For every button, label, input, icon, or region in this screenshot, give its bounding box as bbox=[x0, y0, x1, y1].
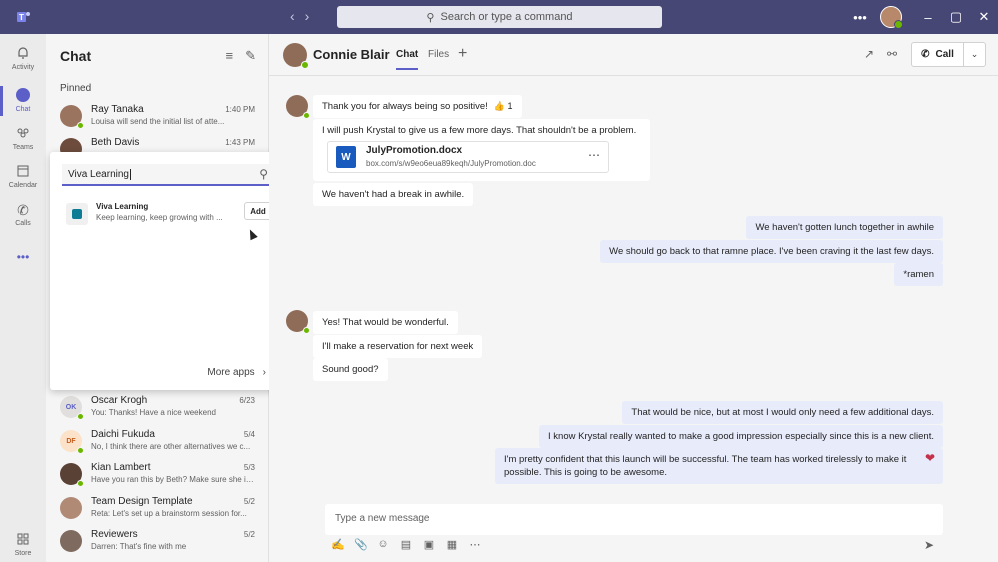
chat-icon bbox=[15, 88, 31, 104]
avatar bbox=[60, 463, 84, 487]
more-apps-link[interactable]: More apps › bbox=[207, 367, 266, 378]
conversation-header: Connie Blair Chat Files + ↗ ⚯ ✆ Call ⌄ bbox=[269, 34, 998, 76]
contact-name: Connie Blair bbox=[313, 47, 390, 62]
app-rail: Activity Chat Teams Calendar ✆ Calls •••… bbox=[0, 34, 46, 562]
rail-item-calls[interactable]: ✆ Calls bbox=[0, 202, 46, 227]
tab-files[interactable]: Files bbox=[428, 49, 449, 60]
profile-avatar[interactable] bbox=[880, 6, 903, 29]
avatar: OK bbox=[60, 396, 84, 420]
svg-text:T: T bbox=[19, 13, 24, 22]
search-icon: ⚲ bbox=[259, 167, 268, 181]
chevron-right-icon: › bbox=[262, 367, 266, 378]
more-apps-rail-icon[interactable]: ••• bbox=[0, 250, 46, 264]
message-bubble[interactable]: That would be nice, but at most I would … bbox=[622, 401, 943, 424]
rail-item-chat[interactable]: Chat bbox=[0, 86, 46, 116]
attach-icon[interactable]: 📎 bbox=[354, 538, 368, 551]
teams-logo-icon: T bbox=[0, 10, 46, 24]
filter-icon[interactable]: ≡ bbox=[226, 48, 234, 64]
word-file-icon: W bbox=[336, 146, 356, 168]
search-placeholder: Search or type a command bbox=[440, 11, 573, 23]
viva-learning-icon bbox=[66, 203, 88, 225]
forward-arrow-icon[interactable]: › bbox=[305, 8, 310, 24]
avatar bbox=[60, 105, 84, 129]
reaction-badge[interactable]: 👍 1 bbox=[494, 101, 513, 111]
file-attachment[interactable]: W JulyPromotion.docx box.com/s/w9eo6eua8… bbox=[327, 141, 609, 173]
avatar bbox=[60, 530, 82, 552]
add-app-button[interactable]: Add bbox=[244, 202, 272, 220]
app-result-viva-learning[interactable]: Viva Learning Keep learning, keep growin… bbox=[66, 200, 272, 228]
teams-icon bbox=[15, 126, 31, 142]
rail-item-store[interactable]: Store bbox=[0, 532, 46, 557]
chat-item-daichi-fukuda[interactable]: DF Daichi Fukuda 5/4 No, I think there a… bbox=[46, 427, 269, 460]
format-icon[interactable]: ✍ bbox=[331, 538, 345, 551]
app-search-flyout: Viva Learning ⚲ Viva Learning Keep learn… bbox=[50, 152, 286, 390]
sticker-icon[interactable]: ▣ bbox=[423, 538, 435, 551]
new-chat-icon[interactable]: ✎ bbox=[245, 48, 256, 64]
chat-list-title: Chat bbox=[60, 48, 92, 64]
store-icon bbox=[15, 532, 31, 548]
rail-item-activity[interactable]: Activity bbox=[0, 46, 46, 71]
avatar bbox=[60, 497, 82, 519]
rail-item-teams[interactable]: Teams bbox=[0, 126, 46, 151]
message-bubble[interactable]: I know Krystal really wanted to make a g… bbox=[539, 425, 943, 448]
gif-icon[interactable]: ▤ bbox=[400, 538, 412, 551]
chat-item-reviewers[interactable]: Reviewers 5/2 Darren: That's fine with m… bbox=[46, 527, 269, 560]
search-input[interactable]: ⚲ Search or type a command bbox=[337, 6, 662, 28]
schedule-meeting-icon[interactable]: ▦ bbox=[446, 538, 458, 551]
message-bubble[interactable]: Yes! That would be wonderful. bbox=[313, 311, 458, 334]
minimize-button[interactable]: – bbox=[914, 10, 942, 25]
phone-icon: ✆ bbox=[17, 202, 29, 218]
pinned-label: Pinned bbox=[60, 83, 92, 94]
chat-item-ray-tanaka[interactable]: Ray Tanaka 1:40 PM Louisa will send the … bbox=[46, 102, 269, 135]
more-options-icon[interactable]: ⋯ bbox=[588, 148, 600, 162]
app-search-input[interactable]: Viva Learning ⚲ bbox=[62, 164, 274, 186]
heart-reaction-icon[interactable]: ❤ bbox=[925, 452, 935, 465]
message-bubble[interactable]: I'm pretty confident that this launch wi… bbox=[495, 448, 943, 484]
chat-item-team-design-template[interactable]: Team Design Template 5/2 Reta: Let's set… bbox=[46, 494, 269, 527]
chat-item-oscar-krogh[interactable]: OK Oscar Krogh 6/23 You: Thanks! Have a … bbox=[46, 393, 269, 426]
avatar bbox=[286, 310, 310, 334]
more-options-icon[interactable]: ••• bbox=[846, 10, 874, 25]
send-icon[interactable]: ➤ bbox=[924, 538, 934, 552]
message-bubble[interactable]: Thank you for always being so positive! 👍… bbox=[313, 95, 522, 118]
add-people-icon[interactable]: ⚯ bbox=[887, 47, 897, 61]
phone-icon: ✆ bbox=[921, 49, 930, 60]
message-compose-input[interactable]: Type a new message bbox=[325, 504, 943, 535]
chevron-down-icon[interactable]: ⌄ bbox=[964, 49, 985, 60]
emoji-icon[interactable]: ☺ bbox=[377, 538, 389, 551]
more-options-icon[interactable]: ⋯ bbox=[469, 538, 481, 551]
message-bubble[interactable]: We haven't had a break in awhile. bbox=[313, 183, 474, 206]
close-button[interactable]: ✕ bbox=[970, 9, 998, 25]
title-bar: T ‹ › ⚲ Search or type a command ••• – ▢… bbox=[0, 0, 998, 34]
message-bubble[interactable]: We haven't gotten lunch together in awhi… bbox=[746, 216, 943, 239]
bell-icon bbox=[15, 46, 31, 62]
maximize-button[interactable]: ▢ bbox=[942, 9, 970, 25]
back-arrow-icon[interactable]: ‹ bbox=[290, 8, 295, 24]
pop-out-icon[interactable]: ↗ bbox=[864, 47, 874, 61]
calendar-icon bbox=[15, 164, 31, 180]
avatar: DF bbox=[60, 430, 84, 454]
message-bubble[interactable]: *ramen bbox=[894, 263, 943, 286]
conversation-pane: Connie Blair Chat Files + ↗ ⚯ ✆ Call ⌄ Th… bbox=[269, 34, 998, 562]
avatar bbox=[286, 95, 310, 119]
add-tab-icon[interactable]: + bbox=[458, 45, 467, 63]
chat-item-kian-lambert[interactable]: Kian Lambert 5/3 Have you ran this by Be… bbox=[46, 460, 269, 493]
message-bubble[interactable]: I'll make a reservation for next week bbox=[313, 335, 483, 358]
avatar[interactable] bbox=[283, 43, 309, 69]
tab-chat[interactable]: Chat bbox=[396, 49, 419, 70]
search-icon: ⚲ bbox=[426, 11, 435, 24]
rail-item-calendar[interactable]: Calendar bbox=[0, 164, 46, 189]
message-bubble[interactable]: Sound good? bbox=[313, 358, 388, 381]
call-button[interactable]: ✆ Call ⌄ bbox=[911, 42, 986, 67]
message-bubble[interactable]: We should go back to that ramne place. I… bbox=[600, 240, 943, 263]
